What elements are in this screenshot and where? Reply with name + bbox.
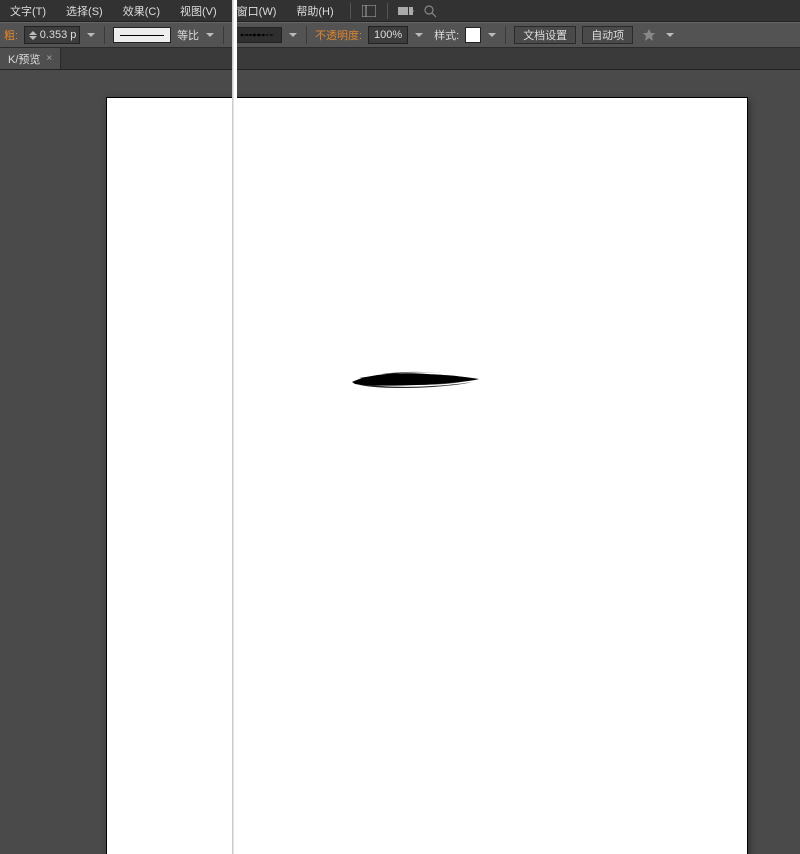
menu-effect[interactable]: 效果(C)	[115, 1, 168, 21]
preset-dropdown[interactable]	[665, 33, 675, 37]
chevron-down-icon	[87, 33, 95, 37]
chevron-down-icon	[289, 33, 297, 37]
menu-select[interactable]: 选择(S)	[58, 1, 111, 21]
separator	[306, 26, 307, 44]
opacity-input[interactable]	[371, 29, 405, 41]
chevron-down-icon	[488, 33, 496, 37]
layout-icon[interactable]	[359, 3, 379, 19]
ratio-label: 等比	[177, 27, 199, 43]
tab-close-button[interactable]: ×	[46, 53, 52, 64]
stroke-weight-dropdown[interactable]	[86, 33, 96, 37]
stroke-weight-input[interactable]	[39, 29, 77, 41]
stroke-style-dropdown[interactable]	[205, 33, 215, 37]
brush-stroke-artwork	[347, 366, 487, 394]
document-tab[interactable]: K/预览 ×	[0, 48, 61, 69]
opacity-label: 不透明度:	[315, 27, 362, 43]
brush-preview[interactable]	[232, 27, 282, 43]
document-tab-bar: K/预览 ×	[0, 48, 800, 70]
stroke-stepper[interactable]	[27, 31, 39, 40]
work-area[interactable]	[0, 70, 800, 854]
separator	[104, 26, 105, 44]
separator	[505, 26, 506, 44]
stepper-down-icon[interactable]	[29, 36, 37, 40]
tab-title: K/预览	[8, 51, 40, 67]
stroke-weight-label: 粗:	[4, 27, 18, 43]
menu-bar: 文字(T) 选择(S) 效果(C) 视图(V) 窗口(W) 帮助(H)	[0, 0, 800, 22]
menu-view[interactable]: 视图(V)	[172, 1, 225, 21]
style-label: 样式:	[434, 27, 459, 43]
stroke-line-icon	[120, 35, 165, 36]
pin-icon[interactable]	[639, 26, 659, 44]
opacity-dropdown[interactable]	[414, 33, 424, 37]
menu-divider	[387, 3, 388, 19]
search-icon[interactable]	[420, 3, 440, 19]
chevron-down-icon	[206, 33, 214, 37]
stroke-weight-field[interactable]	[24, 26, 80, 44]
stepper-up-icon[interactable]	[29, 31, 37, 35]
opacity-field[interactable]	[368, 26, 408, 44]
artboard[interactable]	[107, 98, 747, 854]
brush-dropdown[interactable]	[288, 33, 298, 37]
arrange-icon[interactable]	[396, 3, 416, 19]
chevron-down-icon	[415, 33, 423, 37]
separator	[223, 26, 224, 44]
menu-help[interactable]: 帮助(H)	[288, 1, 341, 21]
document-setup-button[interactable]: 文档设置	[514, 26, 576, 44]
menu-type[interactable]: 文字(T)	[2, 1, 54, 21]
menu-window[interactable]: 窗口(W)	[229, 1, 285, 21]
style-swatch[interactable]	[465, 27, 481, 43]
style-dropdown[interactable]	[487, 33, 497, 37]
stroke-style-preview[interactable]	[113, 27, 171, 43]
auto-item-button[interactable]: 自动项	[582, 26, 633, 44]
brush-scribble-icon	[240, 31, 274, 39]
chevron-down-icon	[666, 33, 674, 37]
options-bar: 粗: 等比 不透明度: 样式: 文档设置 自动项	[0, 22, 800, 48]
menu-divider	[350, 3, 351, 19]
